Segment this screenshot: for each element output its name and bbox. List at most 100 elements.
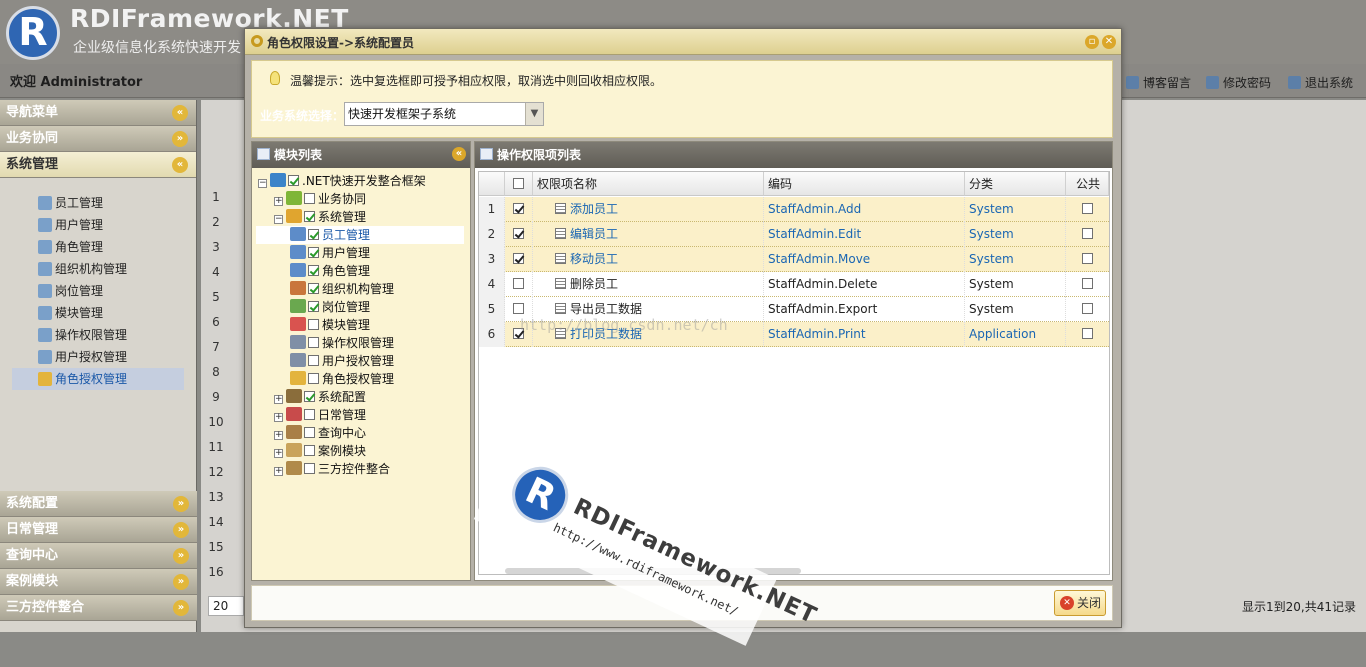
public-cell[interactable] [1066, 322, 1109, 347]
expand-toggle-icon[interactable]: + [274, 413, 283, 422]
tree-checkbox[interactable] [304, 445, 315, 456]
collapse-icon[interactable]: « [452, 147, 466, 161]
public-checkbox[interactable] [1082, 278, 1093, 289]
expand-toggle-icon[interactable]: + [274, 449, 283, 458]
tree-node[interactable]: + 日常管理 [274, 406, 366, 424]
tree-node[interactable]: 岗位管理 [290, 298, 370, 316]
nav-item-user-auth[interactable]: 用户授权管理 [0, 346, 196, 368]
biz-system-select[interactable]: 快速开发框架子系统 ▼ [344, 102, 544, 126]
col-code[interactable]: 编码 [764, 172, 965, 196]
tree-node[interactable]: + 查询中心 [274, 424, 366, 442]
collapse-toggle-icon[interactable]: − [258, 179, 267, 188]
row-checkbox-cell[interactable] [505, 222, 533, 247]
public-cell[interactable] [1066, 197, 1109, 222]
tree-node[interactable]: + 案例模块 [274, 442, 366, 460]
expand-toggle-icon[interactable]: + [274, 197, 283, 206]
tree-node[interactable]: + 三方控件整合 [274, 460, 390, 478]
tree-checkbox[interactable] [308, 283, 319, 294]
tree-checkbox[interactable] [308, 319, 319, 330]
tree-checkbox[interactable] [304, 193, 315, 204]
close-icon[interactable]: ✕ [1102, 35, 1116, 49]
collapse-icon[interactable]: « [172, 105, 188, 121]
public-checkbox[interactable] [1082, 228, 1093, 239]
tree-node[interactable]: + 业务协同 [274, 190, 366, 208]
row-checkbox[interactable] [513, 253, 524, 264]
nav-section-daily[interactable]: 日常管理» [0, 517, 197, 543]
close-button[interactable]: ✕ 关闭 [1054, 590, 1106, 616]
row-checkbox-cell[interactable] [505, 272, 533, 297]
nav-item-post[interactable]: 岗位管理 [0, 280, 196, 302]
public-cell[interactable] [1066, 247, 1109, 272]
nav-item-module[interactable]: 模块管理 [0, 302, 196, 324]
tree-checkbox[interactable] [308, 301, 319, 312]
tree-node[interactable]: 员工管理 [256, 226, 464, 244]
tree-node[interactable]: 用户授权管理 [290, 352, 394, 370]
table-row[interactable]: 2 编辑员工 StaffAdmin.Edit System [479, 222, 1109, 247]
logout-link[interactable]: 退出系统 [1288, 74, 1353, 91]
tree-node[interactable]: − .NET快速开发整合框架 [258, 172, 426, 190]
tree-node[interactable]: + 系统配置 [274, 388, 366, 406]
nav-section-system[interactable]: 系统管理 « [0, 152, 196, 178]
nav-item-permission[interactable]: 操作权限管理 [0, 324, 196, 346]
public-checkbox[interactable] [1082, 328, 1093, 339]
blog-link[interactable]: 博客留言 [1126, 74, 1191, 91]
col-name[interactable]: 权限项名称 [533, 172, 764, 196]
nav-item-role[interactable]: 角色管理 [0, 236, 196, 258]
public-cell[interactable] [1066, 222, 1109, 247]
tree-node[interactable]: 组织机构管理 [290, 280, 394, 298]
select-all-checkbox[interactable] [513, 178, 524, 189]
tree-node[interactable]: 用户管理 [290, 244, 370, 262]
nav-section-query[interactable]: 查询中心» [0, 543, 197, 569]
tree-node[interactable]: − 系统管理 [274, 208, 366, 226]
expand-toggle-icon[interactable]: + [274, 395, 283, 404]
tree-node[interactable]: 操作权限管理 [290, 334, 394, 352]
tree-checkbox[interactable] [304, 463, 315, 474]
tree-node[interactable]: 角色授权管理 [290, 370, 394, 388]
tree-checkbox[interactable] [308, 229, 319, 240]
public-cell[interactable] [1066, 272, 1109, 297]
col-select-all[interactable] [505, 172, 533, 196]
table-row[interactable]: 1 添加员工 StaffAdmin.Add System [479, 197, 1109, 222]
row-checkbox[interactable] [513, 303, 524, 314]
collapse-toggle-icon[interactable]: − [274, 215, 283, 224]
tree-checkbox[interactable] [288, 175, 299, 186]
table-row[interactable]: 4 删除员工 StaffAdmin.Delete System [479, 272, 1109, 297]
col-public[interactable]: 公共 [1066, 172, 1109, 196]
row-checkbox-cell[interactable] [505, 247, 533, 272]
public-checkbox[interactable] [1082, 303, 1093, 314]
tree-node[interactable]: 角色管理 [290, 262, 370, 280]
public-checkbox[interactable] [1082, 203, 1093, 214]
nav-item-user[interactable]: 用户管理 [0, 214, 196, 236]
nav-item-staff[interactable]: 员工管理 [0, 192, 196, 214]
dialog-title-bar[interactable]: 角色权限设置->系统配置员 ▫ ✕ [245, 29, 1121, 55]
nav-item-org[interactable]: 组织机构管理 [0, 258, 196, 280]
row-checkbox-cell[interactable] [505, 197, 533, 222]
table-row[interactable]: 3 移动员工 StaffAdmin.Move System [479, 247, 1109, 272]
public-cell[interactable] [1066, 297, 1109, 322]
row-checkbox[interactable] [513, 228, 524, 239]
nav-item-role-auth[interactable]: 角色授权管理 [12, 368, 184, 390]
nav-section-cases[interactable]: 案例模块» [0, 569, 197, 595]
tree-checkbox[interactable] [304, 427, 315, 438]
tree-checkbox[interactable] [304, 391, 315, 402]
nav-section-business[interactable]: 业务协同» [0, 126, 196, 152]
tree-checkbox[interactable] [304, 211, 315, 222]
tree-checkbox[interactable] [308, 373, 319, 384]
maximize-icon[interactable]: ▫ [1085, 35, 1099, 49]
col-category[interactable]: 分类 [965, 172, 1066, 196]
tree-checkbox[interactable] [304, 409, 315, 420]
tree-checkbox[interactable] [308, 265, 319, 276]
change-password-link[interactable]: 修改密码 [1206, 74, 1271, 91]
tree-node[interactable]: 模块管理 [290, 316, 370, 334]
page-size-select[interactable]: 20 [208, 596, 244, 616]
tree-checkbox[interactable] [308, 355, 319, 366]
expand-toggle-icon[interactable]: + [274, 467, 283, 476]
public-checkbox[interactable] [1082, 253, 1093, 264]
tree-checkbox[interactable] [308, 337, 319, 348]
expand-toggle-icon[interactable]: + [274, 431, 283, 440]
tree-checkbox[interactable] [308, 247, 319, 258]
row-checkbox[interactable] [513, 278, 524, 289]
nav-section-config[interactable]: 系统配置» [0, 491, 197, 517]
nav-section-thirdparty[interactable]: 三方控件整合» [0, 595, 197, 621]
row-checkbox[interactable] [513, 203, 524, 214]
